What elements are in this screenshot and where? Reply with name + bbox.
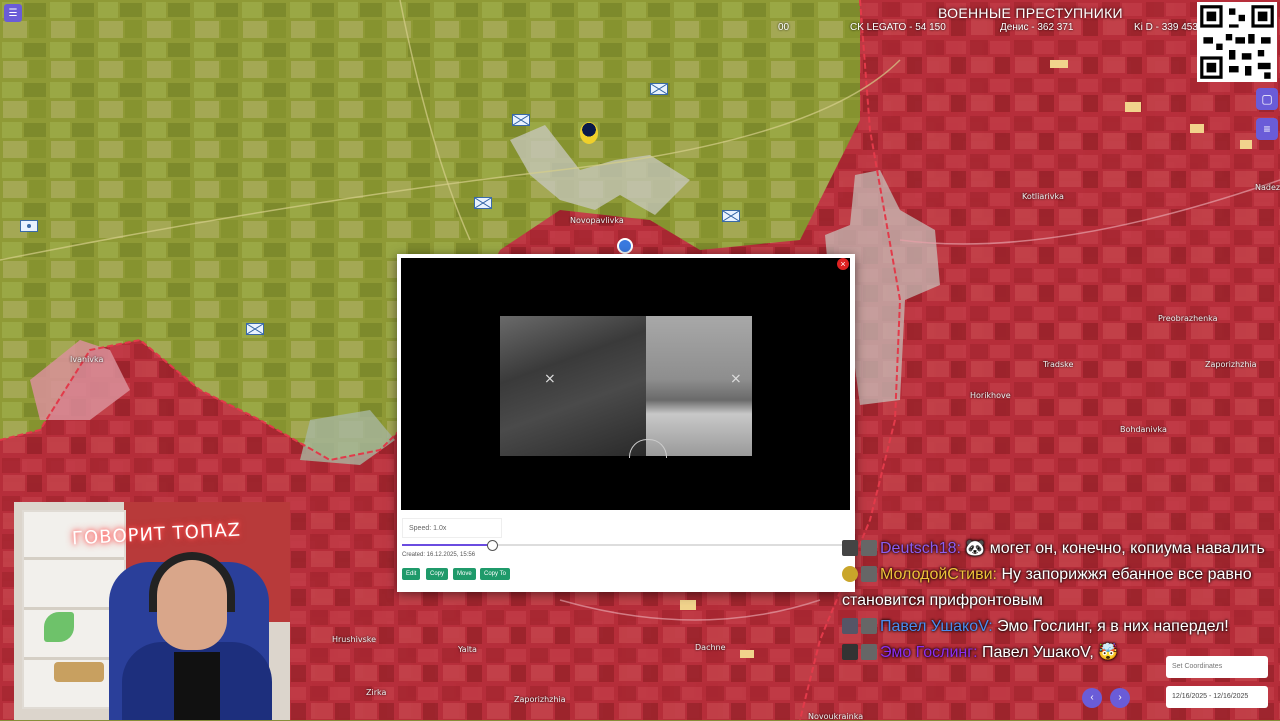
map-label-horikhove: Horikhove: [970, 391, 1011, 400]
map-label-nadezhda: Nadezhda: [1255, 183, 1280, 192]
map-label-kotliarivka: Kotliarivka: [1022, 192, 1064, 201]
map-label-preobrazhenka: Preobrazhenka: [1158, 314, 1218, 323]
map-label-yalta: Yalta: [458, 645, 477, 654]
speed-field[interactable]: Speed: 1.0x: [402, 518, 502, 538]
chat-message: Deutsch18: 🐼 могет он, конечно, копиума …: [842, 536, 1280, 562]
set-coordinates-input[interactable]: Set Coordinates: [1166, 656, 1268, 678]
chat-badge-icon: [861, 618, 877, 634]
soldier-marker-icon[interactable]: [580, 122, 598, 144]
chat-badge-icon: [842, 644, 858, 660]
timeline-progress: [402, 544, 491, 546]
side-panel-button[interactable]: ▢: [1256, 88, 1278, 110]
chat-text: Павел УшакоV, 🤯: [982, 644, 1119, 661]
map-label-zirka: Zirka: [366, 688, 387, 697]
prev-date-button[interactable]: ‹: [1082, 688, 1102, 708]
chat-overlay: Deutsch18: 🐼 могет он, конечно, копиума …: [842, 536, 1280, 666]
thermal-video-right: ⨯: [646, 316, 752, 456]
chat-badge-icon: [861, 540, 877, 556]
stat-counter-legato: CK LEGATO - 54 150: [850, 22, 946, 33]
unit-marker-icon[interactable]: [20, 220, 38, 232]
unit-marker-icon[interactable]: [474, 197, 492, 209]
chat-message: МолодойСтиви: Ну запорижжя ебанное все р…: [842, 562, 1280, 614]
chat-message: Павел УшакоV: Эмо Гослинг, я в них напер…: [842, 614, 1280, 640]
chat-username: Павел УшакоV:: [880, 618, 993, 635]
crosshair-icon: ⨯: [544, 370, 556, 386]
copy-button[interactable]: Copy: [426, 568, 449, 580]
map-label-dachne: Dachne: [695, 643, 726, 652]
menu-icon[interactable]: ☰: [4, 4, 22, 22]
chat-badge-icon: [861, 566, 877, 582]
unit-marker-icon[interactable]: [650, 83, 668, 95]
chat-username: Эмо Гослинг:: [880, 644, 978, 661]
crosshair-icon: ⨯: [730, 370, 742, 386]
stat-counter-kid: Ki D - 339 453: [1134, 22, 1198, 33]
created-timestamp: Created: 16.12.2025, 15:56: [402, 552, 476, 558]
overlay-title: ВОЕННЫЕ ПРЕСТУПНИКИ: [938, 5, 1123, 21]
chat-badge-icon: [861, 644, 877, 660]
edit-button[interactable]: Edit: [402, 568, 421, 580]
move-button[interactable]: Move: [453, 568, 476, 580]
video-timeline[interactable]: [402, 540, 847, 551]
copy-to-button[interactable]: Copy To: [480, 568, 510, 580]
map-label-bohdanivka: Bohdanivka: [1120, 425, 1167, 434]
unit-marker-icon[interactable]: [512, 114, 530, 126]
unit-marker-icon[interactable]: [722, 210, 740, 222]
stat-counter-denis: Денис - 362 371: [1000, 22, 1074, 33]
video-modal: ⨯ ⨯ × Speed: 1.0x Created: 16.12.2025, 1…: [397, 254, 855, 592]
webcam-feed: ГОВОРИТ TOПАZ: [14, 502, 290, 720]
map-label-tradske: Tradske: [1043, 360, 1074, 369]
qr-code-icon: [1197, 2, 1277, 82]
map-label-zaporizhzhia-south: Zaporizhzhia: [514, 695, 566, 704]
chat-badge-icon: [842, 618, 858, 634]
side-list-button[interactable]: ≡: [1256, 118, 1278, 140]
timeline-knob[interactable]: [487, 540, 498, 551]
date-range-picker[interactable]: 12/16/2025 - 12/16/2025: [1166, 686, 1268, 708]
video-player[interactable]: ⨯ ⨯: [401, 258, 850, 510]
chat-username: МолодойСтиви:: [880, 566, 997, 583]
chat-badge-icon: [842, 540, 858, 556]
location-pin-icon[interactable]: [617, 238, 633, 254]
chat-badge-icon: [842, 566, 858, 582]
chat-text: 🐼 могет он, конечно, копиума навалить: [965, 540, 1265, 557]
chat-username: Deutsch18:: [880, 540, 961, 557]
map-label-novopavlivka: Novopavlivka: [570, 216, 624, 225]
map-label-ivanivka: Ivanivka: [70, 355, 104, 364]
unit-marker-icon[interactable]: [246, 323, 264, 335]
map-label-hrushivske: Hrushivske: [332, 635, 377, 644]
chat-text: Эмо Гослинг, я в них напердел!: [997, 618, 1229, 635]
thermal-video-left: ⨯: [500, 316, 646, 456]
map-label-zaporizhzhia: Zaporizhzhia: [1205, 360, 1257, 369]
close-icon[interactable]: ×: [837, 258, 849, 270]
stat-counter-0: 00: [778, 22, 790, 33]
next-date-button[interactable]: ›: [1110, 688, 1130, 708]
